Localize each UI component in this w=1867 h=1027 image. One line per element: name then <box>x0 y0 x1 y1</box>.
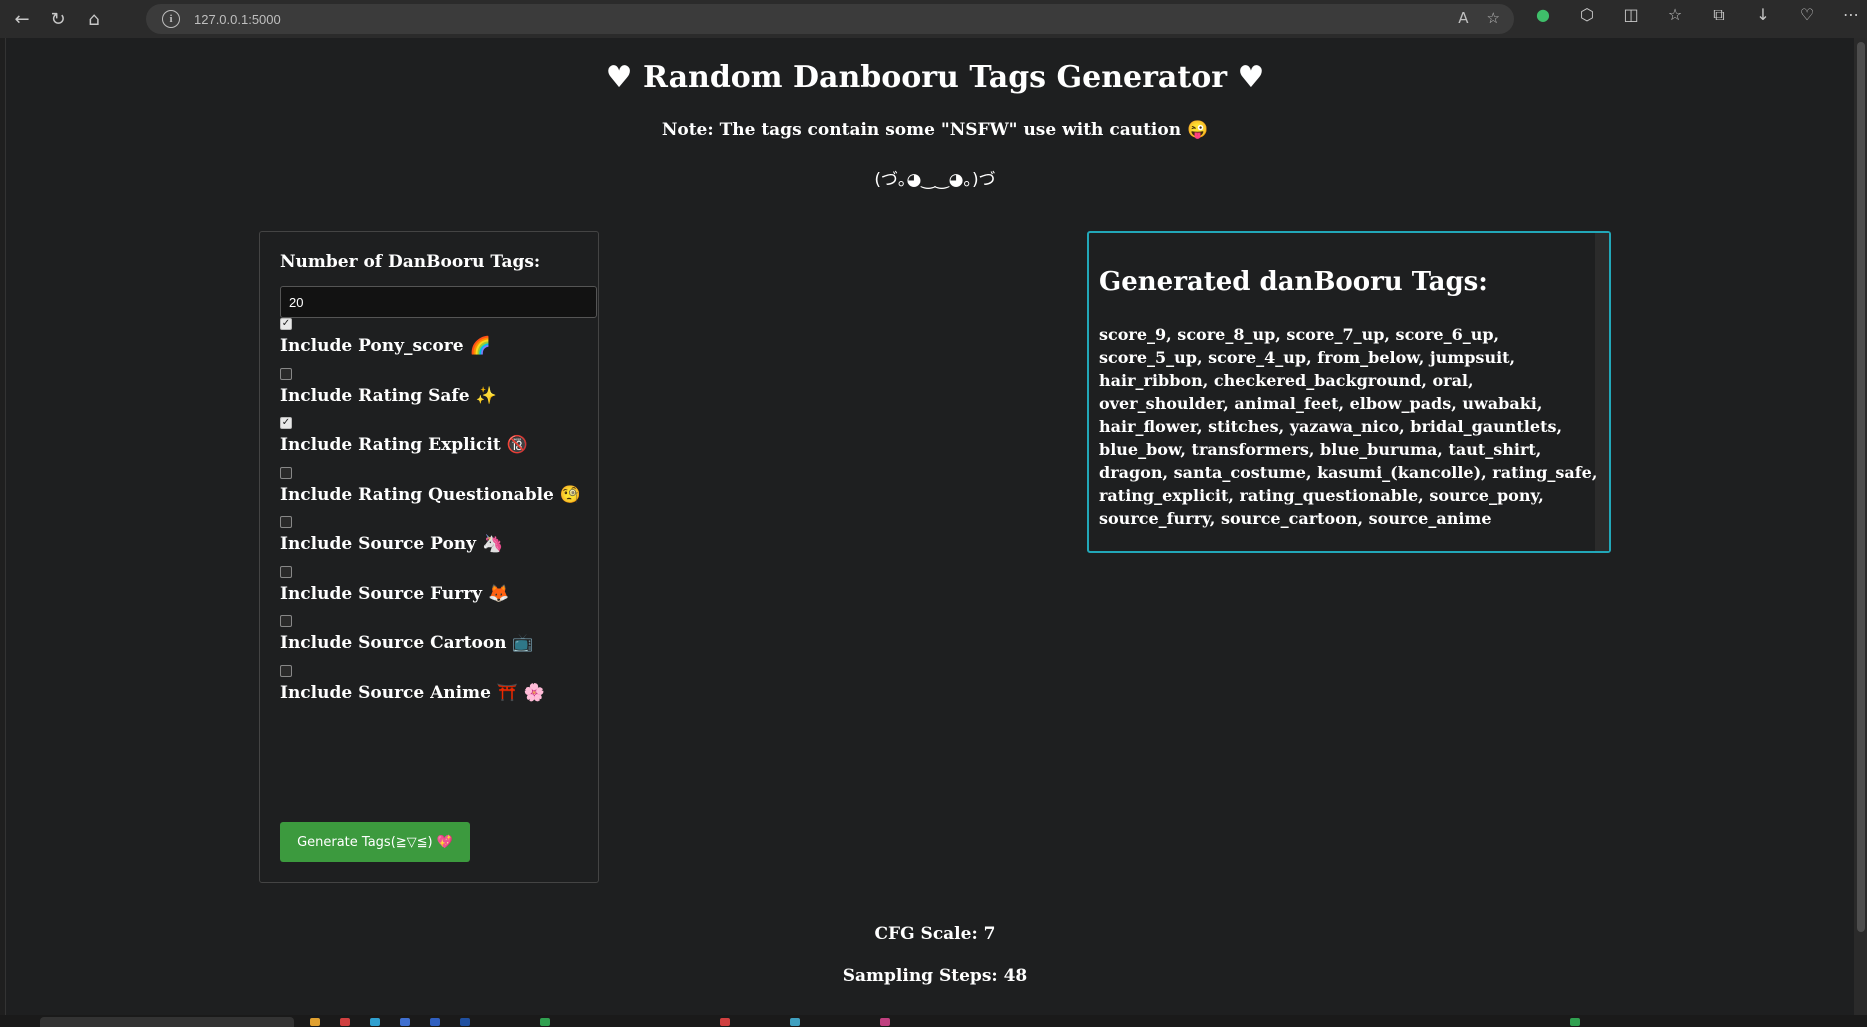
extensions-icon[interactable]: ⬡ <box>1574 5 1600 25</box>
pony-score-checkbox[interactable]: ✓ <box>280 318 292 330</box>
read-aloud-icon[interactable]: A <box>1458 9 1468 27</box>
page-scrollbar[interactable] <box>1854 38 1867 1015</box>
tag-count-label: Number of DanBooru Tags: <box>280 252 541 272</box>
site-info-icon[interactable]: i <box>162 10 180 28</box>
rating-safe-checkbox[interactable] <box>280 368 292 380</box>
split-screen-icon[interactable]: ◫ <box>1618 5 1644 25</box>
taskbar-app-icon[interactable] <box>400 1018 410 1026</box>
url-text: 127.0.0.1:5000 <box>194 11 281 27</box>
source-cartoon-checkbox[interactable] <box>280 615 292 627</box>
refresh-icon[interactable]: ↻ <box>44 5 72 33</box>
source-anime-checkbox[interactable] <box>280 665 292 677</box>
page-scrollbar-thumb[interactable] <box>1857 42 1865 932</box>
more-icon[interactable]: ⋯ <box>1838 5 1864 25</box>
browser-toolbar: ← ↻ ⌂ i 127.0.0.1:5000 A ☆ ● ⬡ ◫ ☆ ⧉ ↓ ♡… <box>0 0 1867 38</box>
taskbar-app-icon[interactable] <box>1570 1018 1580 1026</box>
taskbar-app-icon[interactable] <box>430 1018 440 1026</box>
generated-tags-heading: Generated danBooru Tags: <box>1099 267 1488 297</box>
address-bar[interactable]: i 127.0.0.1:5000 A ☆ <box>146 4 1514 34</box>
source-furry-checkbox[interactable] <box>280 566 292 578</box>
tag-count-input[interactable] <box>280 286 597 318</box>
page-viewport: ♥ Random Danbooru Tags Generator ♥ Note:… <box>5 38 1867 1015</box>
taskbar-app-icon[interactable] <box>460 1018 470 1026</box>
settings-form: Number of DanBooru Tags: ✓ Include Pony_… <box>259 231 599 883</box>
source-anime-label: Include Source Anime ⛩️ 🌸 <box>280 683 546 703</box>
favorite-star-icon[interactable]: ☆ <box>1487 9 1500 27</box>
taskbar-app-icon[interactable] <box>310 1018 320 1026</box>
favorites-icon[interactable]: ☆ <box>1662 5 1688 25</box>
back-icon[interactable]: ← <box>8 5 36 33</box>
taskbar-app-icon[interactable] <box>720 1018 730 1026</box>
downloads-icon[interactable]: ↓ <box>1750 5 1776 25</box>
health-icon[interactable]: ♡ <box>1794 5 1820 25</box>
rating-questionable-label: Include Rating Questionable 🧐 <box>280 485 581 505</box>
rating-explicit-label: Include Rating Explicit 🔞 <box>280 435 528 455</box>
generate-tags-button[interactable]: Generate Tags(≧▽≦) 💖 <box>280 822 470 862</box>
copilot-icon[interactable]: ● <box>1530 5 1556 25</box>
source-cartoon-label: Include Source Cartoon 📺 <box>280 633 534 653</box>
cfg-scale-text: CFG Scale: 7 <box>874 924 996 944</box>
nsfw-note: Note: The tags contain some "NSFW" use w… <box>661 120 1209 140</box>
rating-questionable-checkbox[interactable] <box>280 467 292 479</box>
home-icon[interactable]: ⌂ <box>80 5 108 33</box>
collections-icon[interactable]: ⧉ <box>1706 5 1732 25</box>
taskbar-search[interactable] <box>40 1017 294 1027</box>
taskbar-app-icon[interactable] <box>340 1018 350 1026</box>
rating-explicit-checkbox[interactable]: ✓ <box>280 417 292 429</box>
generated-tags-panel: Generated danBooru Tags: score_9, score_… <box>1087 231 1611 553</box>
taskbar-app-icon[interactable] <box>370 1018 380 1026</box>
source-pony-label: Include Source Pony 🦄 <box>280 534 504 554</box>
sampling-steps-text: Sampling Steps: 48 <box>842 966 1028 986</box>
generated-tags-text: score_9, score_8_up, score_7_up, score_6… <box>1099 325 1598 528</box>
source-furry-label: Include Source Furry 🦊 <box>280 584 510 604</box>
taskbar-app-icon[interactable] <box>540 1018 550 1026</box>
page-title: ♥ Random Danbooru Tags Generator ♥ <box>605 60 1265 95</box>
rating-safe-label: Include Rating Safe ✨ <box>280 386 497 406</box>
source-pony-checkbox[interactable] <box>280 516 292 528</box>
taskbar-app-icon[interactable] <box>790 1018 800 1026</box>
kaomoji: (づ｡◕‿‿◕｡)づ <box>874 170 996 190</box>
pony-score-label: Include Pony_score 🌈 <box>280 336 491 356</box>
taskbar <box>0 1015 1867 1027</box>
taskbar-app-icon[interactable] <box>880 1018 890 1026</box>
